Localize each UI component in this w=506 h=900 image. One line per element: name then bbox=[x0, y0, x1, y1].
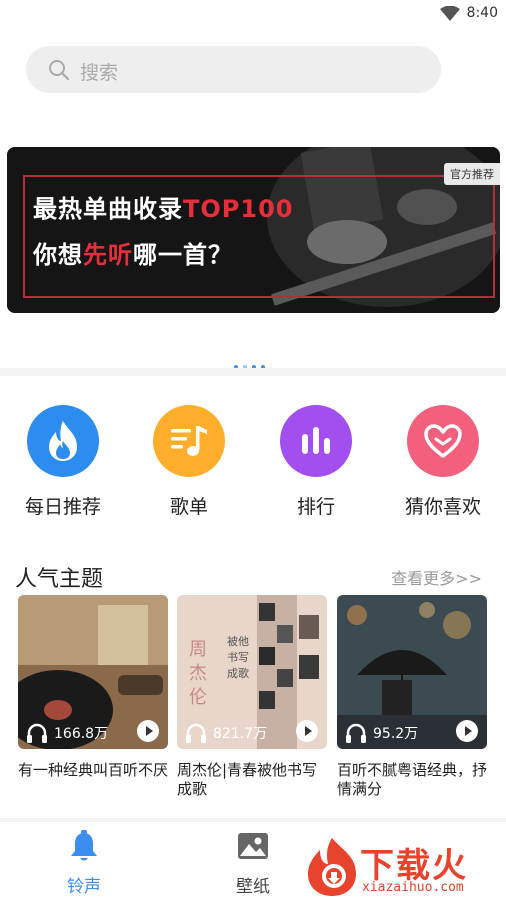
headphones-icon bbox=[186, 723, 206, 743]
watermark-url: xiazaihuo.com bbox=[362, 880, 464, 895]
promo-banner[interactable]: 最热单曲收录TOP100 你想先听哪一首？ 官方推荐 bbox=[7, 147, 500, 313]
tab-wallpapers[interactable]: 壁纸 bbox=[198, 830, 308, 897]
play-count: 166.8万 bbox=[26, 723, 108, 743]
headphones-icon bbox=[27, 723, 47, 743]
search-placeholder: 搜索 bbox=[80, 62, 119, 84]
status-time: 8:40 bbox=[466, 5, 498, 21]
play-count-text: 95.2万 bbox=[373, 726, 419, 742]
picture-icon bbox=[238, 833, 268, 859]
theme-thumbnail: 166.8万 bbox=[18, 595, 168, 749]
banner-headline-highlight: TOP100 bbox=[183, 195, 294, 223]
play-icon[interactable] bbox=[136, 719, 160, 743]
banner-headline-text: 最热单曲收录 bbox=[33, 195, 183, 223]
heart-icon bbox=[407, 405, 479, 477]
flame-logo-icon bbox=[308, 838, 356, 896]
banner-subline: 你想先听哪一首？ bbox=[33, 235, 233, 270]
play-count: 821.7万 bbox=[185, 723, 267, 743]
category-guess[interactable]: 猜你喜欢 bbox=[380, 405, 506, 519]
theme-title: 有一种经典叫百听不厌 bbox=[18, 761, 169, 779]
theme-card[interactable]: 95.2万 百听不腻粤语经典，抒情满分 bbox=[337, 595, 487, 799]
banner-headline: 最热单曲收录TOP100 bbox=[33, 189, 293, 224]
theme-card[interactable]: 166.8万 有一种经典叫百听不厌 bbox=[18, 595, 168, 780]
svg-text:被他: 被他 bbox=[227, 635, 249, 648]
bell-icon bbox=[71, 830, 97, 861]
play-count-text: 166.8万 bbox=[54, 726, 109, 742]
tab-ringtones[interactable]: 铃声 bbox=[29, 830, 139, 897]
playlist-icon bbox=[153, 405, 225, 477]
theme-title: 百听不腻粤语经典，抒情满分 bbox=[337, 761, 488, 798]
theme-thumbnail: 周 杰 伦 被他 书写 成歌 821.7万 bbox=[177, 595, 327, 749]
theme-thumbnail: 95.2万 bbox=[337, 595, 487, 749]
tab-label: 铃声 bbox=[67, 877, 101, 897]
play-icon[interactable] bbox=[455, 719, 479, 743]
theme-title: 周杰伦|青春被他书写成歌 bbox=[177, 761, 318, 798]
search-bar[interactable]: 搜索 bbox=[26, 46, 441, 93]
play-count: 95.2万 bbox=[345, 723, 418, 743]
theme-card[interactable]: 周 杰 伦 被他 书写 成歌 821.7万 周杰伦|青春被他书写成歌 bbox=[177, 595, 327, 799]
category-label: 排行 bbox=[296, 496, 335, 518]
flame-icon bbox=[27, 405, 99, 477]
svg-text:杰: 杰 bbox=[189, 663, 207, 684]
banner-subline-a: 你想 bbox=[33, 241, 83, 269]
section-divider bbox=[0, 368, 506, 376]
category-playlist[interactable]: 歌单 bbox=[126, 405, 252, 519]
watermark-logo: 下载火 xiazaihuo.com bbox=[302, 832, 506, 900]
category-ranking[interactable]: 排行 bbox=[253, 405, 379, 519]
wifi-icon bbox=[440, 6, 460, 21]
carousel-indicator bbox=[234, 354, 270, 369]
see-more-link[interactable]: 查看更多>> bbox=[391, 565, 482, 589]
category-label: 每日推荐 bbox=[24, 496, 101, 518]
search-icon bbox=[49, 60, 70, 81]
status-bar: 8:40 bbox=[0, 0, 506, 28]
tab-label: 壁纸 bbox=[236, 877, 270, 897]
official-badge: 官方推荐 bbox=[444, 163, 500, 185]
svg-text:伦: 伦 bbox=[189, 687, 207, 708]
banner-subline-highlight: 先听 bbox=[83, 241, 133, 269]
banner-subline-c: 哪一首？ bbox=[133, 241, 233, 269]
section-title: 人气主题 bbox=[15, 567, 104, 592]
chart-bars-icon bbox=[280, 405, 352, 477]
svg-text:周: 周 bbox=[189, 639, 207, 660]
play-count-text: 821.7万 bbox=[213, 726, 268, 742]
category-label: 歌单 bbox=[169, 496, 208, 518]
category-label: 猜你喜欢 bbox=[404, 496, 481, 518]
headphones-icon bbox=[346, 723, 366, 743]
svg-text:书写: 书写 bbox=[227, 651, 249, 664]
category-daily[interactable]: 每日推荐 bbox=[0, 405, 126, 519]
play-icon[interactable] bbox=[295, 719, 319, 743]
svg-text:成歌: 成歌 bbox=[227, 666, 249, 680]
